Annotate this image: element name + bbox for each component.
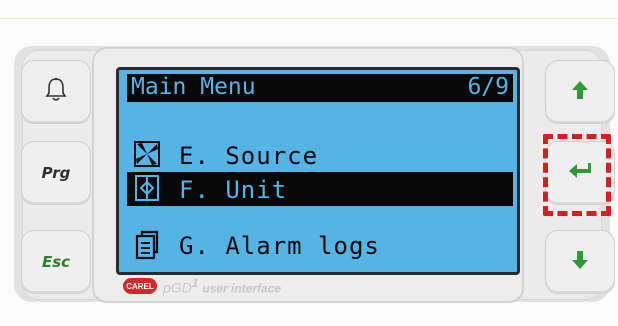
prg-button[interactable]: Prg	[22, 142, 90, 204]
document-icon	[133, 230, 161, 260]
down-button[interactable]	[546, 231, 614, 293]
esc-label: Esc	[41, 253, 71, 271]
menu-item-label: E. Source	[179, 142, 319, 170]
top-divider	[0, 18, 618, 19]
bell-icon	[45, 77, 67, 107]
product-sup: 1	[191, 276, 199, 291]
menu-item-source[interactable]: E. Source	[127, 138, 513, 172]
arrow-up-icon	[571, 80, 589, 104]
lcd-screen: Main Menu 6/9 E. Source F. Unit G. Alarm…	[116, 67, 520, 275]
menu-page-indicator: 6/9	[467, 74, 509, 100]
enter-button-highlight	[543, 134, 611, 216]
menu-item-unit[interactable]: F. Unit	[127, 172, 513, 206]
carel-logo: CAREL	[123, 278, 157, 294]
menu-item-label: G. Alarm logs	[179, 232, 380, 260]
menu-item-label: F. Unit	[179, 176, 288, 204]
branding: CAREL pGD1 user interface	[123, 276, 281, 296]
esc-button[interactable]: Esc	[22, 231, 90, 293]
alarm-button[interactable]	[22, 61, 90, 123]
menu-item-alarm-logs[interactable]: G. Alarm logs	[127, 228, 513, 262]
prg-label: Prg	[41, 164, 71, 182]
unit-icon	[133, 174, 161, 202]
menu-title: Main Menu	[131, 74, 256, 100]
up-button[interactable]	[546, 61, 614, 123]
arrow-down-icon	[571, 250, 589, 274]
product-prefix: pGD	[163, 279, 192, 296]
product-name: pGD1 user interface	[163, 276, 281, 296]
menu-titlebar: Main Menu 6/9	[127, 74, 513, 102]
product-suffix: user interface	[202, 281, 282, 296]
fan-icon	[133, 140, 161, 168]
